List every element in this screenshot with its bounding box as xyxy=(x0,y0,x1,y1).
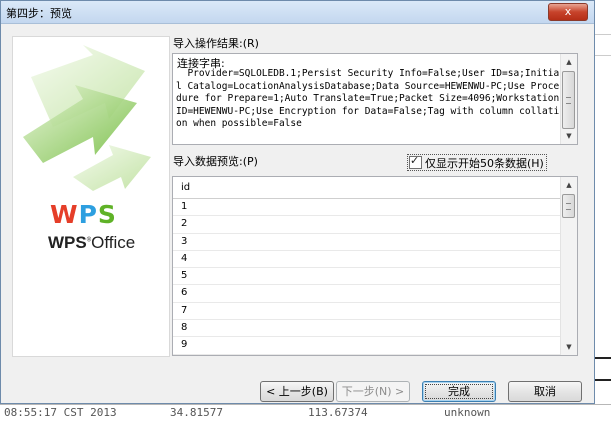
column-header-id[interactable]: id xyxy=(173,177,562,199)
logo-panel: WPS WPS®Office xyxy=(12,36,170,357)
scroll-up-icon[interactable]: ▲ xyxy=(561,54,577,70)
sheet-lat-cell: 34.81577 xyxy=(170,406,223,419)
preview-scrollbar[interactable]: ▲ ▼ xyxy=(560,177,577,355)
wps-logo-letters: WPS xyxy=(50,200,117,229)
cancel-button[interactable]: 取消 xyxy=(508,381,582,402)
preview-label: 导入数据预览:(P) xyxy=(173,155,258,168)
table-row[interactable]: 4 xyxy=(173,251,562,269)
id-cell: 3 xyxy=(181,235,188,247)
sheet-cell xyxy=(595,362,611,381)
connection-string-text: Provider=SQLOLEDB.1;Persist Security Inf… xyxy=(176,68,560,130)
title-bar[interactable]: 第四步：预览 x xyxy=(1,1,594,24)
wps-office-logo: WPS®Office xyxy=(48,233,136,252)
dialog-title: 第四步：预览 xyxy=(6,7,72,20)
scroll-down-icon[interactable]: ▼ xyxy=(561,128,577,144)
sheet-cell xyxy=(595,38,611,56)
scroll-thumb[interactable] xyxy=(562,194,575,218)
green-arrows-graphic xyxy=(23,45,151,191)
table-row[interactable]: 3 xyxy=(173,234,562,251)
table-row[interactable]: 7 xyxy=(173,303,562,321)
background-sheet-right xyxy=(595,0,611,420)
scroll-thumb[interactable] xyxy=(562,71,575,129)
background-sheet-row: 08:55:17 CST 2013 34.81577 113.67374 unk… xyxy=(0,404,611,421)
checkbox-label: 仅显示开始50条数据(H) xyxy=(425,157,544,170)
id-cell: 7 xyxy=(181,304,188,316)
id-cell: 1 xyxy=(181,201,188,212)
next-step-button[interactable]: 下一步(N) > xyxy=(336,381,410,402)
id-cell: 8 xyxy=(181,322,188,334)
close-icon: x xyxy=(564,5,572,18)
table-row[interactable]: 9 xyxy=(173,337,562,355)
sheet-time-cell: 08:55:17 CST 2013 xyxy=(4,406,117,419)
table-rows: 1 2 3 4 5 6 7 8 9 10 xyxy=(173,199,562,356)
preview-table[interactable]: id 1 2 3 4 5 6 7 8 9 10 ▲ ▼ xyxy=(172,176,578,356)
table-row[interactable]: 8 xyxy=(173,320,562,338)
checkbox-checked-icon[interactable] xyxy=(409,154,422,169)
id-cell: 9 xyxy=(181,339,188,351)
id-cell: 6 xyxy=(181,287,188,299)
table-row[interactable]: 1 xyxy=(173,199,562,217)
result-scrollbar[interactable]: ▲ ▼ xyxy=(560,54,577,144)
scroll-down-icon[interactable]: ▼ xyxy=(561,339,577,355)
sheet-cell xyxy=(595,17,611,35)
finish-button[interactable]: 完成 xyxy=(422,381,496,402)
result-textbox[interactable]: 连接字串: Provider=SQLOLEDB.1;Persist Securi… xyxy=(172,53,578,145)
table-row[interactable]: 2 xyxy=(173,216,562,234)
sheet-lon-cell: 113.67374 xyxy=(308,406,368,419)
id-cell: 4 xyxy=(181,252,188,264)
table-row[interactable]: 6 xyxy=(173,285,562,303)
close-button[interactable]: x xyxy=(548,3,588,21)
sheet-cell xyxy=(595,340,611,359)
sheet-status-cell: unknown xyxy=(444,406,491,419)
import-preview-dialog: 第四步：预览 x WPS WPS®Office 导入操作结果:(R) 连接字串:… xyxy=(0,0,595,404)
table-row[interactable]: 10 xyxy=(173,355,562,356)
scroll-up-icon[interactable]: ▲ xyxy=(561,177,577,193)
id-cell: 2 xyxy=(181,218,188,230)
show-first-50-checkbox[interactable]: 仅显示开始50条数据(H) xyxy=(407,154,547,171)
prev-step-button[interactable]: < 上一步(B) xyxy=(260,381,334,402)
result-label: 导入操作结果:(R) xyxy=(173,37,259,50)
table-row[interactable]: 5 xyxy=(173,268,562,286)
id-cell: 5 xyxy=(181,270,188,282)
